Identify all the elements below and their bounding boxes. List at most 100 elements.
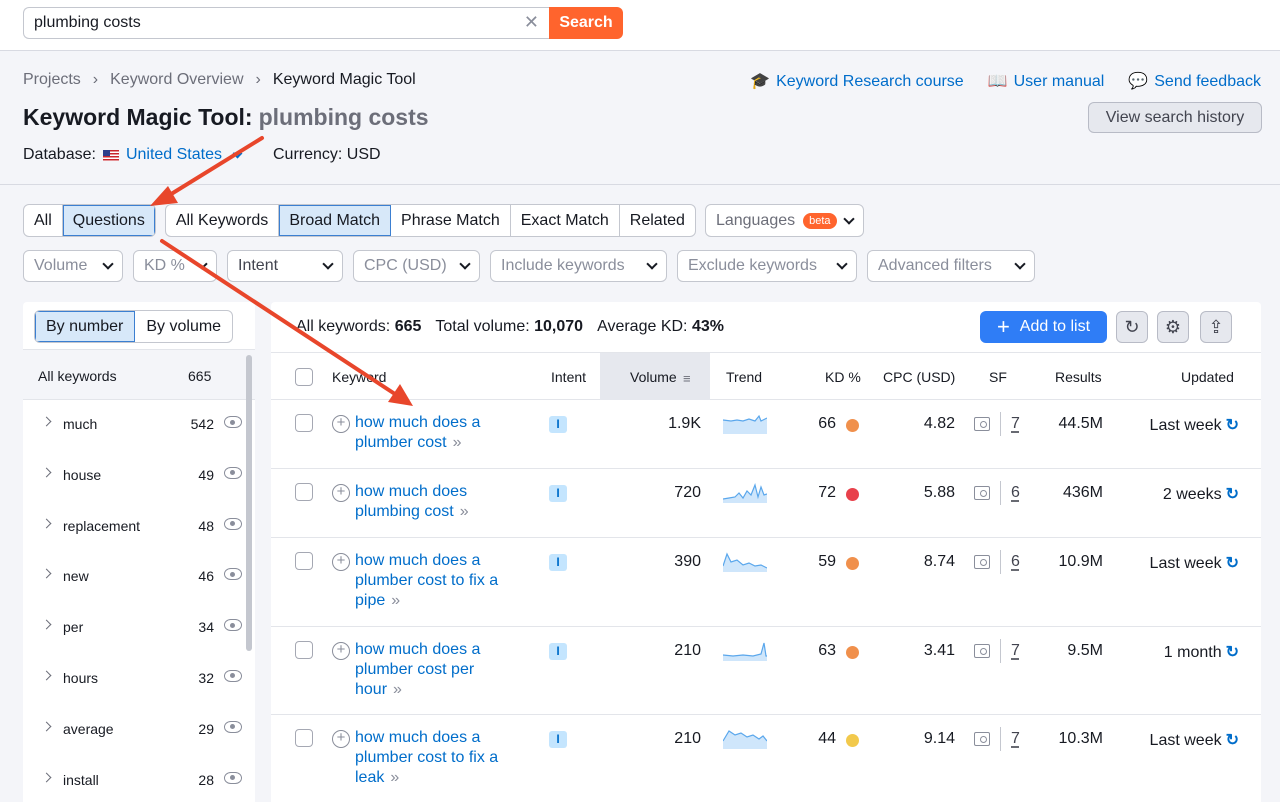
group-item[interactable]: new 46 [23,552,245,603]
keyword-link[interactable]: how much does a plumber cost to fix a le… [355,728,520,788]
keyword-link[interactable]: how much does a plumber cost per hour» [355,640,505,700]
send-feedback-link[interactable]: 💬 Send feedback [1128,71,1261,91]
row-checkbox[interactable] [295,483,313,501]
chevron-right-icon[interactable] [41,772,52,783]
double-chevron-icon[interactable]: » [453,434,462,451]
add-keyword-icon[interactable]: + [332,642,350,660]
chevron-right-icon[interactable] [41,670,52,681]
search-input[interactable]: plumbing costs ✕ [23,7,549,39]
group-item[interactable]: hours 32 [23,654,245,705]
column-updated[interactable]: Updated [1181,369,1234,385]
clear-icon[interactable]: ✕ [524,12,539,33]
double-chevron-icon[interactable]: » [390,769,399,786]
serp-features-icon[interactable] [974,417,990,431]
column-kd[interactable]: KD % [825,369,861,385]
eye-icon[interactable] [224,568,242,581]
include-keywords-filter[interactable]: Include keywords [490,250,667,282]
view-search-history-button[interactable]: View search history [1088,102,1262,133]
search-button[interactable]: Search [549,7,623,39]
by-volume-toggle[interactable]: By volume [135,311,232,342]
chevron-down-icon[interactable] [232,148,243,158]
languages-dropdown[interactable]: Languages beta [704,204,864,237]
advanced-filters[interactable]: Advanced filters [867,250,1035,282]
add-keyword-icon[interactable]: + [332,415,350,433]
column-sf[interactable]: SF [989,369,1007,385]
chevron-right-icon[interactable] [41,721,52,732]
refresh-icon[interactable]: ↻ [1226,486,1239,503]
keyword-link[interactable]: how much does plumbing cost» [355,482,485,522]
exclude-keywords-filter[interactable]: Exclude keywords [677,250,857,282]
column-trend[interactable]: Trend [726,369,762,385]
cpc-filter[interactable]: CPC (USD) [353,250,480,282]
by-number-toggle[interactable]: By number [35,311,136,342]
column-keyword[interactable]: Keyword [332,369,386,385]
group-item[interactable]: average 29 [23,705,245,756]
tab-exact-match[interactable]: Exact Match [511,205,620,236]
serp-features-icon[interactable] [974,732,990,746]
chevron-right-icon[interactable] [41,619,52,630]
group-item[interactable]: replacement 48 [23,502,245,553]
eye-icon[interactable] [224,517,242,530]
group-item[interactable]: per 34 [23,603,245,654]
sf-count[interactable]: 6 [1011,484,1020,502]
settings-button[interactable]: ⚙ [1157,311,1189,343]
eye-icon[interactable] [224,771,242,784]
user-manual-link[interactable]: 📖 User manual [988,71,1105,91]
eye-icon[interactable] [224,720,242,733]
tab-related[interactable]: Related [620,205,695,236]
double-chevron-icon[interactable]: » [393,681,402,698]
refresh-icon[interactable]: ↻ [1226,644,1239,661]
column-results[interactable]: Results [1055,369,1102,385]
sf-count[interactable]: 6 [1011,553,1020,571]
all-keywords-group[interactable]: All keywords 665 [23,349,255,400]
refresh-icon[interactable]: ↻ [1226,417,1239,434]
add-to-list-button[interactable]: + Add to list [980,311,1107,343]
sf-count[interactable]: 7 [1011,415,1020,433]
column-volume[interactable]: Volume [630,369,677,385]
select-all-checkbox[interactable] [295,368,313,386]
tab-all[interactable]: All [24,205,63,236]
volume-filter[interactable]: Volume [23,250,123,282]
keyword-link[interactable]: how much does a plumber cost to fix a pi… [355,551,520,611]
add-keyword-icon[interactable]: + [332,730,350,748]
chevron-right-icon[interactable] [41,568,52,579]
refresh-icon[interactable]: ↻ [1226,732,1239,749]
intent-filter[interactable]: Intent [227,250,343,282]
refresh-icon[interactable]: ↻ [1226,555,1239,572]
group-item[interactable]: install 28 [23,756,245,802]
tab-all-keywords[interactable]: All Keywords [166,205,280,236]
row-checkbox[interactable] [295,641,313,659]
row-checkbox[interactable] [295,552,313,570]
tab-phrase-match[interactable]: Phrase Match [391,205,511,236]
sf-count[interactable]: 7 [1011,642,1020,660]
sidebar-scrollbar[interactable] [246,355,252,651]
chevron-right-icon[interactable] [41,416,52,427]
keyword-link[interactable]: how much does a plumber cost» [355,413,530,453]
chevron-right-icon[interactable] [41,518,52,529]
double-chevron-icon[interactable]: » [460,503,469,520]
add-keyword-icon[interactable]: + [332,484,350,502]
row-checkbox[interactable] [295,729,313,747]
sf-count[interactable]: 7 [1011,730,1020,748]
export-button[interactable]: ⇪ [1200,311,1232,343]
row-checkbox[interactable] [295,414,313,432]
group-item[interactable]: much 542 [23,400,245,451]
eye-icon[interactable] [224,619,242,632]
serp-features-icon[interactable] [974,486,990,500]
serp-features-icon[interactable] [974,555,990,569]
refresh-button[interactable]: ↻ [1116,311,1148,343]
database-selector[interactable]: United States [126,146,222,164]
breadcrumb-keyword-overview[interactable]: Keyword Overview [110,71,243,89]
sort-desc-icon[interactable]: ≡ [683,371,691,386]
breadcrumb-projects[interactable]: Projects [23,71,81,89]
eye-icon[interactable] [224,416,242,428]
chevron-right-icon[interactable] [41,467,52,478]
serp-features-icon[interactable] [974,644,990,658]
tab-questions[interactable]: Questions [62,205,155,236]
column-intent[interactable]: Intent [551,369,586,385]
double-chevron-icon[interactable]: » [391,592,400,609]
kd-filter[interactable]: KD % [133,250,217,282]
keyword-research-course-link[interactable]: 🎓 Keyword Research course [750,71,964,91]
eye-icon[interactable] [224,669,242,682]
column-cpc[interactable]: CPC (USD) [883,369,955,385]
